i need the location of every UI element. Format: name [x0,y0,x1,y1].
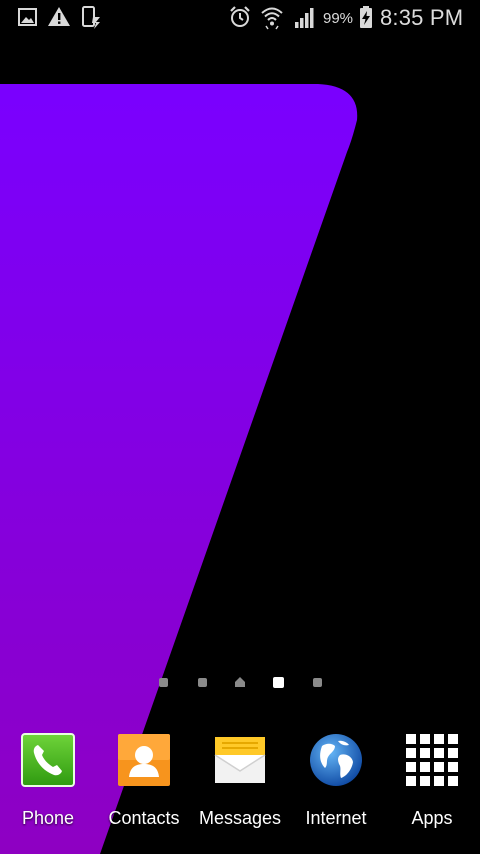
globe-icon [310,734,362,786]
contacts-app[interactable]: Contacts [96,725,192,845]
page-indicator[interactable] [0,672,480,692]
internet-app[interactable]: Internet [288,725,384,845]
contacts-icon [118,734,170,786]
messages-label: Messages [198,808,282,828]
contacts-label: Contacts [108,808,180,828]
home-screen: 99% 8:35 PM Phone Contacts Messages Inte… [0,0,480,854]
messages-icon [214,737,266,783]
warning-icon [48,7,70,26]
page-dot[interactable] [198,678,207,687]
device-sync-icon [82,6,100,29]
status-bar: 99% 8:35 PM [0,0,480,36]
apps-label: Apps [411,808,453,828]
wifi-icon [261,7,283,30]
phone-label: Phone [21,808,75,828]
battery-charging-icon [360,6,372,28]
apps-button[interactable]: Apps [384,725,480,845]
home-page-icon[interactable] [234,676,246,688]
apps-grid-icon [406,734,458,786]
phone-app[interactable]: Phone [0,725,96,845]
page-dot[interactable] [159,678,168,687]
phone-icon [21,733,75,787]
battery-percent: 99% [323,10,354,27]
clock: 8:35 PM [380,5,464,30]
alarm-icon [230,6,250,27]
messages-app[interactable]: Messages [192,725,288,845]
cell-signal-icon [295,8,314,28]
internet-label: Internet [305,808,367,828]
page-dot-active[interactable] [273,677,284,688]
gallery-icon [18,8,37,26]
page-dot[interactable] [313,678,322,687]
dock: Phone Contacts Messages Internet Apps [0,725,480,845]
